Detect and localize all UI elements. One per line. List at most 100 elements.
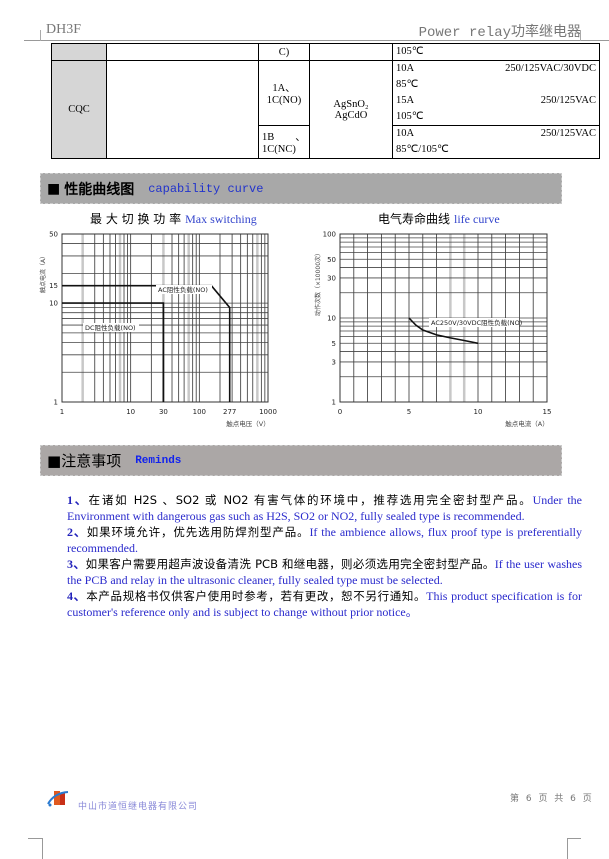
rating-line: 10A 250/125VAC/30VDC bbox=[396, 61, 596, 77]
page-corner-left bbox=[28, 838, 42, 839]
material-label: AgCdO bbox=[334, 109, 368, 121]
remind-item: 3、如果客户需要用超声波设备清洗 PCB 和继电器，则必须选用完全密封型产品。I… bbox=[67, 556, 582, 588]
no-ratings: 10A 250/125VAC/30VDC 85℃ 15A 250/125VAC 10… bbox=[392, 60, 600, 126]
chart1-title-en: Max switching bbox=[185, 212, 257, 226]
x-tick-label: 5 bbox=[407, 408, 411, 416]
series-label: AC250V/30VDC阻性负载(NO) bbox=[431, 318, 522, 327]
rating-line: 85℃/105℃ bbox=[396, 142, 596, 158]
y-tick-label: 50 bbox=[49, 231, 58, 239]
section-title: 注意事项 bbox=[61, 452, 122, 470]
table-cell bbox=[106, 60, 259, 159]
x-tick-label: 1000 bbox=[259, 408, 277, 416]
remind-item: 2、如果环境允许，优先选用防焊剂型产品。If the ambience allo… bbox=[67, 524, 582, 556]
page-corner-left bbox=[42, 838, 43, 859]
cert-cell: CQC bbox=[51, 60, 107, 159]
rating-voltage: 250/125VAC/30VDC bbox=[505, 63, 596, 74]
table-row: C) 105℃ bbox=[51, 43, 600, 61]
remind-number: 3、 bbox=[67, 557, 86, 571]
header-corner-left bbox=[40, 30, 41, 41]
nc-ratings: 10A 250/125VAC 85℃/105℃ bbox=[392, 125, 600, 159]
remind-item: 1、在诸如 H2S 、SO2 或 NO2 有害气体的环境中，推荐选用完全密封型产… bbox=[67, 492, 582, 524]
reminds-list: 1、在诸如 H2S 、SO2 或 NO2 有害气体的环境中，推荐选用完全密封型产… bbox=[67, 492, 582, 620]
remind-number: 2、 bbox=[67, 525, 87, 539]
page-corner-right bbox=[567, 838, 568, 859]
form-label: 1C(NO) bbox=[266, 95, 302, 106]
series-line-2 bbox=[62, 302, 165, 402]
rating-current: 15A bbox=[396, 95, 415, 106]
y-axis-label: 动作次数（×10000次） bbox=[314, 250, 322, 316]
x-tick-label: 100 bbox=[193, 408, 206, 416]
company-logo-icon bbox=[47, 791, 69, 807]
material-label: AgSnO₂ bbox=[333, 98, 369, 110]
life-curve-chart: 0 5 10 15 1 3 5 10 30 50 100 触点电流（A） 动作次数（×10000次） AC… bbox=[314, 231, 552, 429]
contact-form-no: 1A、 1C(NO) bbox=[258, 60, 310, 126]
max-switching-chart: 1 10 30 100 277 1000 1 10 15 50 触点电压（V） 触点电流（A） AC阻性… bbox=[39, 231, 277, 429]
spec-table: C) 105℃ CQC 1A、 1C(NO) AgSnO₂ AgCdO 10A 2… bbox=[51, 43, 600, 159]
rating-voltage: 250/125VAC bbox=[540, 95, 596, 106]
x-axis-label: 触点电流（A） bbox=[505, 419, 548, 428]
reminds-section-header: ■ 注意事项 Reminds bbox=[40, 445, 562, 476]
rating-line: 15A 250/125VAC bbox=[396, 93, 596, 109]
series-label: AC阻性负载(NO) bbox=[158, 285, 208, 294]
series-label: DC阻性负载(NO) bbox=[85, 323, 136, 332]
x-tick-label: 10 bbox=[126, 408, 135, 416]
x-tick-label: 1 bbox=[60, 408, 64, 416]
y-tick-label: 100 bbox=[323, 231, 336, 239]
x-axis-label: 触点电压（V） bbox=[226, 419, 269, 428]
remind-text-cn: 如果客户需要用超声波设备清洗 PCB 和继电器，则必须选用完全密封型产品。 bbox=[85, 557, 495, 571]
section-title: 性能曲线图 bbox=[64, 181, 135, 198]
rating-line: 10A 250/125VAC bbox=[396, 126, 596, 142]
table-cell: 105℃ bbox=[392, 43, 600, 61]
page-corner-right bbox=[567, 838, 581, 839]
document-title: Power relay功率继电器 bbox=[418, 25, 581, 41]
form-label: 1C(NC) bbox=[262, 144, 296, 155]
chart2-title-cn: 电气寿命曲线 bbox=[378, 212, 451, 226]
table-cell bbox=[309, 43, 393, 61]
rating-current: 85℃ bbox=[396, 79, 419, 90]
header-corner-right bbox=[580, 30, 581, 41]
form-label: 1B 、 bbox=[262, 132, 306, 143]
remind-item: 4、本产品规格书仅供客户使用时参考，若有更改，恕不另行通知。This produ… bbox=[67, 588, 582, 620]
chart1-title: 最 大 切 换 功 率 Max switching bbox=[90, 210, 257, 227]
plot-frame bbox=[61, 233, 269, 403]
y-tick-label: 10 bbox=[327, 315, 336, 323]
table-row: CQC 1A、 1C(NO) AgSnO₂ AgCdO 10A 250/125VA… bbox=[51, 60, 600, 159]
x-tick-label: 277 bbox=[223, 408, 236, 416]
y-tick-label: 5 bbox=[332, 340, 336, 348]
y-tick-label: 15 bbox=[49, 282, 58, 290]
x-tick-label: 0 bbox=[338, 408, 342, 416]
y-tick-label: 10 bbox=[49, 300, 58, 308]
rating-current: 85℃/105℃ bbox=[396, 144, 449, 155]
remind-number: 4、 bbox=[67, 589, 87, 603]
model-label: DH3F bbox=[46, 22, 82, 37]
section-title-en: capability curve bbox=[148, 181, 264, 196]
rating-voltage: 250/125VAC bbox=[540, 128, 596, 139]
table-cell bbox=[106, 43, 259, 61]
contact-material: AgSnO₂ AgCdO bbox=[309, 60, 393, 159]
rating-line: 105℃ bbox=[396, 109, 596, 125]
rating-line: 85℃ bbox=[396, 77, 596, 93]
rating-current: 10A bbox=[396, 63, 415, 74]
section-title-en: Reminds bbox=[135, 454, 182, 467]
table-cell bbox=[51, 43, 107, 61]
y-tick-label: 50 bbox=[327, 256, 336, 264]
remind-text-cn: 本产品规格书仅供客户使用时参考，若有更改，恕不另行通知。 bbox=[86, 589, 427, 603]
company-name: 中山市道恒继电器有限公司 bbox=[78, 802, 199, 812]
page-number: 第 6 页 共 6 页 bbox=[510, 794, 594, 804]
capability-section-header: ■ 性能曲线图 capability curve bbox=[40, 173, 562, 204]
remind-text-cn: 在诸如 H2S 、SO2 或 NO2 有害气体的环境中，推荐选用完全密封型产品。 bbox=[88, 493, 533, 507]
header-divider bbox=[24, 40, 609, 41]
remind-number: 1、 bbox=[67, 493, 89, 507]
section-icon: ■ bbox=[47, 180, 61, 197]
y-tick-label: 3 bbox=[332, 358, 336, 366]
y-axis-label: 触点电流（A） bbox=[39, 253, 47, 293]
x-tick-label: 30 bbox=[159, 408, 168, 416]
rating-current: 10A bbox=[396, 128, 415, 139]
contact-form-nc: 1B 、 1C(NC) bbox=[258, 125, 310, 159]
y-tick-label: 1 bbox=[332, 399, 336, 407]
section-icon: ■ bbox=[47, 451, 62, 470]
form-label: 1A、 bbox=[272, 83, 296, 94]
chart1-title-cn: 最 大 切 换 功 率 bbox=[90, 212, 182, 226]
y-tick-label: 30 bbox=[327, 274, 336, 282]
x-tick-label: 15 bbox=[543, 408, 552, 416]
